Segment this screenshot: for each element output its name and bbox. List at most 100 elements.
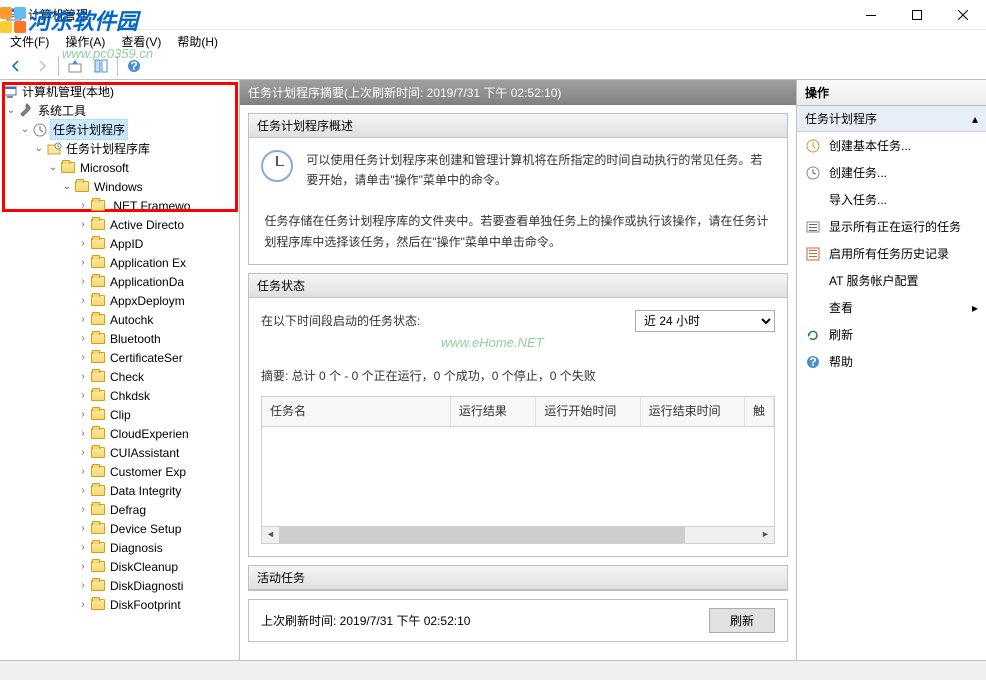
col-end[interactable]: 运行结束时间 <box>641 397 745 425</box>
tree-folder[interactable]: ›Data Integrity <box>0 481 239 500</box>
tree-folder[interactable]: ›Customer Exp <box>0 462 239 481</box>
task-table-body[interactable] <box>261 427 775 527</box>
expand-icon[interactable]: › <box>76 275 90 289</box>
refresh-icon <box>805 327 821 343</box>
expand-icon[interactable]: › <box>76 256 90 270</box>
expand-icon[interactable]: › <box>76 541 90 555</box>
tree-folder[interactable]: ›Chkdsk <box>0 386 239 405</box>
expand-icon[interactable]: › <box>76 370 90 384</box>
show-pane-button[interactable] <box>89 54 113 78</box>
action-at-service[interactable]: AT 服务帐户配置 <box>797 267 986 294</box>
tree-folder[interactable]: ›Diagnosis <box>0 538 239 557</box>
tree-folder[interactable]: ›CertificateSer <box>0 348 239 367</box>
action-help[interactable]: ? 帮助 <box>797 348 986 375</box>
up-button[interactable] <box>63 54 87 78</box>
forward-button[interactable] <box>30 54 54 78</box>
menu-view[interactable]: 查看(V) <box>113 31 169 52</box>
action-refresh[interactable]: 刷新 <box>797 321 986 348</box>
expand-icon[interactable]: › <box>76 484 90 498</box>
tree-folder[interactable]: ›Device Setup <box>0 519 239 538</box>
collapse-icon[interactable]: ⌄ <box>18 123 32 137</box>
expand-icon[interactable]: › <box>76 579 90 593</box>
close-button[interactable] <box>940 0 986 30</box>
tree-folder[interactable]: ›AppID <box>0 234 239 253</box>
menubar: 文件(F) 操作(A) 查看(V) 帮助(H) <box>0 30 986 52</box>
expand-icon[interactable]: › <box>76 446 90 460</box>
folder-icon <box>90 483 106 499</box>
menu-action[interactable]: 操作(A) <box>57 31 113 52</box>
tree-folder[interactable]: ›AppxDeploym <box>0 291 239 310</box>
expand-icon[interactable]: › <box>76 389 90 403</box>
tree-folder[interactable]: ›CloudExperien <box>0 424 239 443</box>
expand-icon[interactable]: › <box>76 332 90 346</box>
folder-icon <box>90 255 106 271</box>
collapse-icon[interactable]: ⌄ <box>46 161 60 175</box>
menu-file[interactable]: 文件(F) <box>2 31 57 52</box>
minimize-button[interactable] <box>848 0 894 30</box>
status-period-select[interactable]: 近 24 小时 <box>635 310 775 332</box>
action-enable-history[interactable]: 启用所有任务历史记录 <box>797 240 986 267</box>
action-create-basic-task[interactable]: 创建基本任务... <box>797 132 986 159</box>
col-result[interactable]: 运行结果 <box>451 397 537 425</box>
tree-folder[interactable]: ›ApplicationDa <box>0 272 239 291</box>
menu-help[interactable]: 帮助(H) <box>169 31 226 52</box>
collapse-icon[interactable]: ▴ <box>972 112 978 126</box>
status-title: 任务状态 <box>249 274 787 298</box>
tree-folder[interactable]: ›Autochk <box>0 310 239 329</box>
expand-icon[interactable]: › <box>76 237 90 251</box>
tree-task-scheduler[interactable]: ⌄ 任务计划程序 <box>0 120 239 139</box>
tree-folder[interactable]: ›Active Directo <box>0 215 239 234</box>
tree-panel[interactable]: 计算机管理(本地) ⌄ 系统工具 ⌄ 任务计划程序 ⌄ 任务计划程序库 ⌄ Mi… <box>0 80 240 660</box>
collapse-icon[interactable]: ⌄ <box>32 142 46 156</box>
collapse-icon[interactable]: ⌄ <box>4 104 18 118</box>
action-create-task[interactable]: 创建任务... <box>797 159 986 186</box>
expand-icon[interactable]: › <box>76 218 90 232</box>
tree-folder[interactable]: ›Clip <box>0 405 239 424</box>
tree-folder[interactable]: ›DiskDiagnosti <box>0 576 239 595</box>
action-show-running[interactable]: 显示所有正在运行的任务 <box>797 213 986 240</box>
folder-icon <box>90 464 106 480</box>
tree-folder[interactable]: ›Check <box>0 367 239 386</box>
refresh-button[interactable]: 刷新 <box>709 608 775 633</box>
tree-system-tools[interactable]: ⌄ 系统工具 <box>0 101 239 120</box>
folder-icon <box>90 388 106 404</box>
tree-folder[interactable]: ›DiskCleanup <box>0 557 239 576</box>
tree-folder[interactable]: ›DiskFootprint <box>0 595 239 614</box>
expand-icon[interactable]: › <box>76 560 90 574</box>
horizontal-scrollbar[interactable]: ◄ ► <box>261 527 775 544</box>
tree-microsoft[interactable]: ⌄ Microsoft <box>0 158 239 177</box>
status-label: 在以下时间段启动的任务状态: <box>261 311 420 331</box>
tree-folder[interactable]: ›Application Ex <box>0 253 239 272</box>
expand-icon[interactable]: › <box>76 313 90 327</box>
expand-icon[interactable]: › <box>76 408 90 422</box>
back-button[interactable] <box>4 54 28 78</box>
tree-task-library[interactable]: ⌄ 任务计划程序库 <box>0 139 239 158</box>
action-import-task[interactable]: 导入任务... <box>797 186 986 213</box>
tree-folder[interactable]: ›CUIAssistant <box>0 443 239 462</box>
scrollbar-thumb[interactable] <box>279 527 685 543</box>
expand-icon[interactable]: › <box>76 503 90 517</box>
expand-icon[interactable]: › <box>76 351 90 365</box>
expand-icon[interactable]: › <box>76 598 90 612</box>
tree-folder[interactable]: ›Bluetooth <box>0 329 239 348</box>
col-name[interactable]: 任务名 <box>262 397 451 425</box>
col-start[interactable]: 运行开始时间 <box>536 397 640 425</box>
expand-icon[interactable]: › <box>76 199 90 213</box>
help-button[interactable]: ? <box>122 54 146 78</box>
tree-windows[interactable]: ⌄ Windows <box>0 177 239 196</box>
scroll-right-button[interactable]: ► <box>757 527 774 543</box>
expand-icon[interactable]: › <box>76 522 90 536</box>
actions-subhead[interactable]: 任务计划程序 ▴ <box>797 106 986 132</box>
app-icon <box>6 7 22 23</box>
expand-icon[interactable]: › <box>76 294 90 308</box>
tree-folder[interactable]: ›.NET Framewo <box>0 196 239 215</box>
action-view[interactable]: 查看 ▸ <box>797 294 986 321</box>
expand-icon[interactable]: › <box>76 465 90 479</box>
tree-root[interactable]: 计算机管理(本地) <box>0 82 239 101</box>
maximize-button[interactable] <box>894 0 940 30</box>
scroll-left-button[interactable]: ◄ <box>262 527 279 543</box>
collapse-icon[interactable]: ⌄ <box>60 180 74 194</box>
expand-icon[interactable]: › <box>76 427 90 441</box>
tree-folder[interactable]: ›Defrag <box>0 500 239 519</box>
col-trigger[interactable]: 触 <box>745 397 774 425</box>
